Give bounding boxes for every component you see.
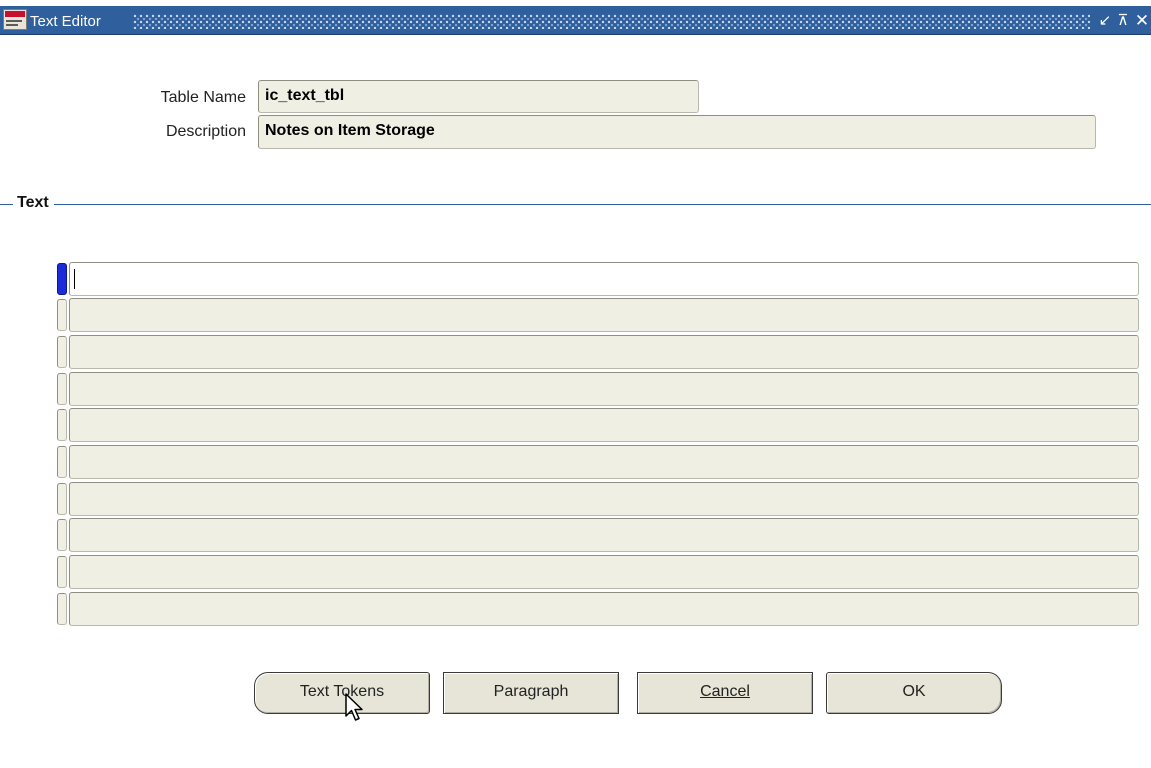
row-indicator[interactable] bbox=[57, 373, 67, 405]
row-indicator[interactable] bbox=[57, 483, 67, 515]
text-line-input[interactable] bbox=[69, 372, 1139, 406]
text-line-input[interactable] bbox=[69, 592, 1139, 626]
table-name-value: ic_text_tbl bbox=[265, 87, 345, 104]
title-bar[interactable]: Text Editor ↙ ⊼ ✕ bbox=[0, 0, 1151, 35]
text-line-input[interactable] bbox=[69, 335, 1139, 369]
ok-button[interactable]: OK bbox=[826, 672, 1002, 714]
text-line-input[interactable] bbox=[69, 518, 1139, 552]
text-line-input[interactable] bbox=[69, 298, 1139, 332]
row-indicator[interactable] bbox=[57, 299, 67, 331]
row-indicator[interactable] bbox=[57, 336, 67, 368]
oracle-app-icon[interactable] bbox=[3, 9, 27, 30]
description-label: Description bbox=[165, 123, 246, 140]
text-row bbox=[57, 555, 1141, 589]
text-section-title: Text bbox=[13, 194, 54, 212]
row-indicator[interactable] bbox=[57, 556, 67, 588]
description-value: Notes on Item Storage bbox=[265, 122, 435, 139]
table-name-label: Table Name bbox=[160, 89, 246, 106]
maximize-icon[interactable]: ⊼ bbox=[1114, 12, 1132, 30]
paragraph-button[interactable]: Paragraph bbox=[443, 672, 619, 714]
window-title: Text Editor bbox=[30, 13, 101, 30]
text-row bbox=[57, 408, 1141, 442]
cancel-button-label: Cancel bbox=[700, 683, 750, 700]
title-bar-pattern-secondary bbox=[135, 16, 1090, 30]
text-row bbox=[57, 298, 1141, 332]
text-line-input[interactable] bbox=[69, 408, 1139, 442]
row-indicator[interactable] bbox=[57, 593, 67, 625]
text-row bbox=[57, 445, 1141, 479]
text-row bbox=[57, 592, 1141, 626]
table-name-field[interactable]: ic_text_tbl bbox=[258, 80, 699, 113]
text-tokens-button[interactable]: Text Tokens bbox=[254, 672, 430, 714]
text-editor-window: Text Editor ↙ ⊼ ✕ Table Name ic_text_tbl… bbox=[0, 0, 1151, 768]
text-row bbox=[57, 335, 1141, 369]
cancel-button[interactable]: Cancel bbox=[637, 672, 813, 714]
minimize-icon[interactable]: ↙ bbox=[1096, 12, 1114, 30]
text-section-divider bbox=[0, 204, 1151, 205]
text-line-input[interactable] bbox=[69, 555, 1139, 589]
description-field[interactable]: Notes on Item Storage bbox=[258, 115, 1096, 149]
row-indicator[interactable] bbox=[57, 446, 67, 478]
row-indicator[interactable] bbox=[57, 519, 67, 551]
close-icon[interactable]: ✕ bbox=[1133, 12, 1151, 30]
row-indicator-current[interactable] bbox=[57, 263, 67, 295]
text-row bbox=[57, 518, 1141, 552]
text-row bbox=[57, 262, 1141, 296]
row-indicator[interactable] bbox=[57, 409, 67, 441]
text-row bbox=[57, 372, 1141, 406]
mouse-pointer-icon bbox=[345, 693, 363, 721]
text-line-input[interactable] bbox=[69, 262, 1139, 296]
text-row bbox=[57, 482, 1141, 516]
text-line-input[interactable] bbox=[69, 482, 1139, 516]
text-line-input[interactable] bbox=[69, 445, 1139, 479]
text-caret bbox=[74, 269, 75, 289]
